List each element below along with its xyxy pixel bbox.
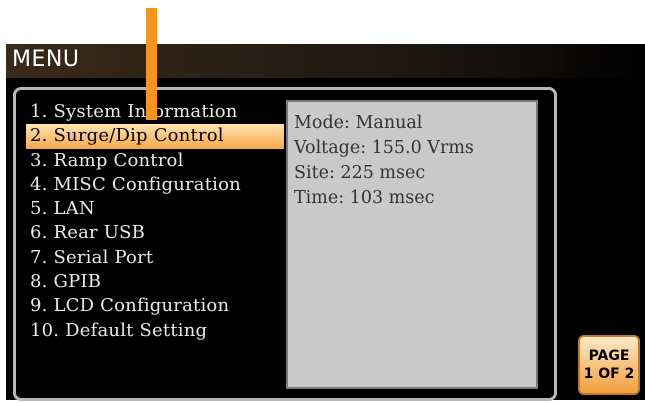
menu-item-misc-configuration[interactable]: 4. MISC Configuration <box>26 173 284 197</box>
menu-panel: 1. System Information 2. Surge/Dip Contr… <box>13 87 557 401</box>
menu-item-ramp-control[interactable]: 3. Ramp Control <box>26 149 284 173</box>
menu-item-gpib[interactable]: 8. GPIB <box>26 270 284 294</box>
menu-item-serial-port[interactable]: 7. Serial Port <box>26 246 284 270</box>
info-box: Mode: Manual Voltage: 155.0 Vrms Site: 2… <box>286 100 538 389</box>
menu-item-rear-usb[interactable]: 6. Rear USB <box>26 221 284 245</box>
lcd-screen: MENU 1. System Information 2. Surge/Dip … <box>6 44 645 401</box>
menu-list: 1. System Information 2. Surge/Dip Contr… <box>26 100 284 343</box>
info-site: Site: 225 msec <box>294 163 426 183</box>
page-title: MENU <box>12 47 80 72</box>
title-bar: MENU <box>6 44 645 78</box>
menu-item-default-setting[interactable]: 10. Default Setting <box>26 319 284 343</box>
page-button-line2: 1 OF 2 <box>583 366 635 382</box>
info-voltage: Voltage: 155.0 Vrms <box>294 138 474 158</box>
page-button-line1: PAGE <box>588 348 630 364</box>
info-mode: Mode: Manual <box>294 113 423 133</box>
page-button[interactable]: PAGE 1 OF 2 <box>578 335 640 395</box>
menu-item-lan[interactable]: 5. LAN <box>26 197 284 221</box>
menu-item-surge-dip-control[interactable]: 2. Surge/Dip Control <box>26 124 284 149</box>
menu-item-lcd-configuration[interactable]: 9. LCD Configuration <box>26 294 284 318</box>
info-time: Time: 103 msec <box>294 188 435 208</box>
callout-pointer-icon <box>146 8 157 120</box>
